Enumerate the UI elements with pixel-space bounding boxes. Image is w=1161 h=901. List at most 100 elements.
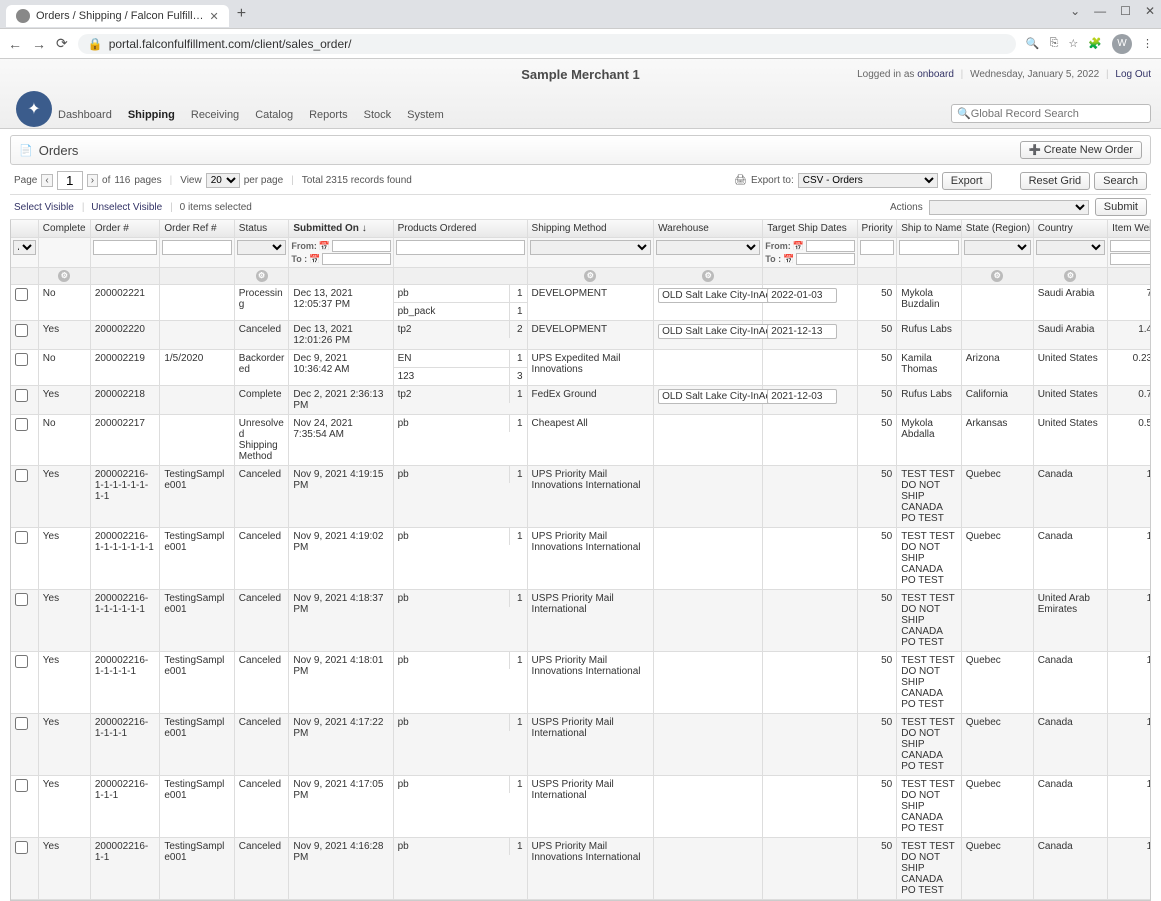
close-icon[interactable]: ✕ — [1145, 4, 1155, 18]
row-checkbox[interactable] — [15, 353, 28, 366]
row-checkbox[interactable] — [15, 389, 28, 402]
row-checkbox[interactable] — [15, 779, 28, 792]
menu-icon[interactable]: ⋮ — [1142, 37, 1153, 50]
row-checkbox[interactable] — [15, 593, 28, 606]
col-warehouse[interactable]: Warehouse — [654, 220, 763, 238]
minimize-icon[interactable]: — — [1094, 4, 1106, 18]
next-page-button[interactable]: › — [87, 174, 98, 187]
filter-shipto[interactable] — [899, 240, 959, 255]
nav-system[interactable]: System — [407, 107, 444, 123]
table-row[interactable]: Yes200002216-1-1-1-1-1-1-1-1TestingSampl… — [11, 466, 1151, 528]
row-checkbox[interactable] — [15, 717, 28, 730]
page-size-select[interactable]: 20 — [206, 173, 240, 188]
table-row[interactable]: Yes200002218CompleteDec 2, 2021 2:36:13 … — [11, 386, 1151, 415]
table-row[interactable]: No2000022191/5/2020BackorderedDec 9, 202… — [11, 350, 1151, 386]
bookmark-icon[interactable]: ☆ — [1068, 37, 1078, 50]
page-input[interactable] — [57, 171, 83, 190]
col-weight[interactable]: Item Weight — [1108, 220, 1151, 238]
gear-icon[interactable]: ⚙ — [58, 270, 70, 282]
row-checkbox[interactable] — [15, 324, 28, 337]
table-row[interactable]: Yes200002216-1-1-1-1-1-1-1TestingSample0… — [11, 528, 1151, 590]
col-target-ship[interactable]: Target Ship Dates — [763, 220, 857, 238]
row-checkbox[interactable] — [15, 841, 28, 854]
submit-button[interactable]: Submit — [1095, 198, 1147, 216]
col-checkbox[interactable] — [11, 220, 38, 238]
filter-products[interactable] — [396, 240, 525, 255]
filter-order-ref[interactable] — [162, 240, 231, 255]
row-checkbox[interactable] — [15, 418, 28, 431]
table-row[interactable]: Yes200002216-1-1-1TestingSample001Cancel… — [11, 776, 1151, 838]
row-checkbox[interactable] — [15, 655, 28, 668]
filter-country[interactable] — [1036, 240, 1105, 255]
create-order-button[interactable]: Create New Order — [1020, 141, 1143, 159]
export-button[interactable]: Export — [942, 172, 992, 190]
forward-icon[interactable]: → — [32, 36, 46, 52]
filter-weight-from[interactable] — [1110, 240, 1151, 252]
gear-icon[interactable]: ⚙ — [584, 270, 596, 282]
col-status[interactable]: Status — [234, 220, 289, 238]
col-complete[interactable]: Complete — [38, 220, 90, 238]
table-row[interactable]: Yes200002216-1-1-1-1-1TestingSample001Ca… — [11, 652, 1151, 714]
table-row[interactable]: Yes200002216-1-1-1-1TestingSample001Canc… — [11, 714, 1151, 776]
filter-weight-to[interactable] — [1110, 253, 1151, 265]
global-search-input[interactable] — [971, 108, 1145, 120]
col-order-ref[interactable]: Order Ref # — [160, 220, 234, 238]
brand-logo-icon[interactable]: ✦ — [16, 91, 52, 127]
search-button[interactable]: Search — [1094, 172, 1147, 190]
new-tab-button[interactable]: + — [237, 5, 246, 23]
filter-target-from[interactable] — [806, 240, 855, 252]
col-state[interactable]: State (Region) — [961, 220, 1033, 238]
browser-tab[interactable]: Orders / Shipping / Falcon Fulfill… ✕ — [6, 5, 229, 27]
global-search[interactable]: 🔍 — [951, 104, 1151, 123]
unselect-visible-link[interactable]: Unselect Visible — [91, 202, 162, 213]
filter-order-num[interactable] — [93, 240, 157, 255]
translate-icon[interactable]: ⎘ — [1050, 37, 1059, 50]
col-priority[interactable]: Priority — [857, 220, 897, 238]
nav-receiving[interactable]: Receiving — [191, 107, 239, 123]
filter-shipping[interactable] — [530, 240, 652, 255]
col-submitted-on[interactable]: Submitted On ↓ — [289, 220, 393, 238]
table-row[interactable]: No200002217Unresolved Shipping MethodNov… — [11, 415, 1151, 466]
bulk-actions-select[interactable] — [929, 200, 1089, 215]
col-shipping[interactable]: Shipping Method — [527, 220, 654, 238]
gear-icon[interactable]: ⚙ — [1064, 270, 1076, 282]
select-visible-link[interactable]: Select Visible — [14, 202, 74, 213]
row-checkbox[interactable] — [15, 288, 28, 301]
filter-state[interactable] — [964, 240, 1031, 255]
nav-dashboard[interactable]: Dashboard — [58, 107, 112, 123]
nav-reports[interactable]: Reports — [309, 107, 348, 123]
row-checkbox[interactable] — [15, 531, 28, 544]
back-icon[interactable]: ← — [8, 36, 22, 52]
nav-catalog[interactable]: Catalog — [255, 107, 293, 123]
profile-avatar[interactable]: W — [1112, 34, 1132, 54]
target-date-input[interactable]: 2021-12-13 — [767, 324, 837, 339]
col-country[interactable]: Country — [1033, 220, 1107, 238]
chevron-down-icon[interactable]: ⌄ — [1070, 4, 1080, 18]
row-checkbox[interactable] — [15, 469, 28, 482]
maximize-icon[interactable]: ☐ — [1120, 4, 1131, 18]
address-bar[interactable]: 🔒 portal.falconfulfillment.com/client/sa… — [78, 34, 1016, 54]
table-row[interactable]: Yes200002216-1-1TestingSample001Canceled… — [11, 838, 1151, 900]
filter-target-to[interactable] — [796, 253, 854, 265]
extensions-icon[interactable]: 🧩 — [1088, 37, 1102, 50]
gear-icon[interactable]: ⚙ — [702, 270, 714, 282]
col-ship-to[interactable]: Ship to Name — [897, 220, 962, 238]
gear-icon[interactable]: ⚙ — [991, 270, 1003, 282]
zoom-icon[interactable]: 🔍 — [1026, 37, 1040, 50]
filter-status[interactable] — [237, 240, 287, 255]
filter-priority[interactable] — [860, 240, 895, 255]
nav-shipping[interactable]: Shipping — [128, 107, 175, 123]
export-format-select[interactable]: CSV - Orders — [798, 173, 938, 188]
nav-stock[interactable]: Stock — [364, 107, 392, 123]
col-order-num[interactable]: Order # — [90, 220, 159, 238]
col-products[interactable]: Products Ordered — [393, 220, 527, 238]
table-row[interactable]: No200002221ProcessingDec 13, 2021 12:05:… — [11, 285, 1151, 321]
reset-grid-button[interactable]: Reset Grid — [1020, 172, 1091, 190]
filter-any[interactable]: Any — [13, 240, 36, 255]
prev-page-button[interactable]: ‹ — [41, 174, 52, 187]
filter-submitted-from[interactable] — [332, 240, 390, 252]
filter-submitted-to[interactable] — [322, 253, 390, 265]
target-date-input[interactable]: 2022-01-03 — [767, 288, 837, 303]
target-date-input[interactable]: 2021-12-03 — [767, 389, 837, 404]
filter-warehouse[interactable] — [656, 240, 760, 255]
